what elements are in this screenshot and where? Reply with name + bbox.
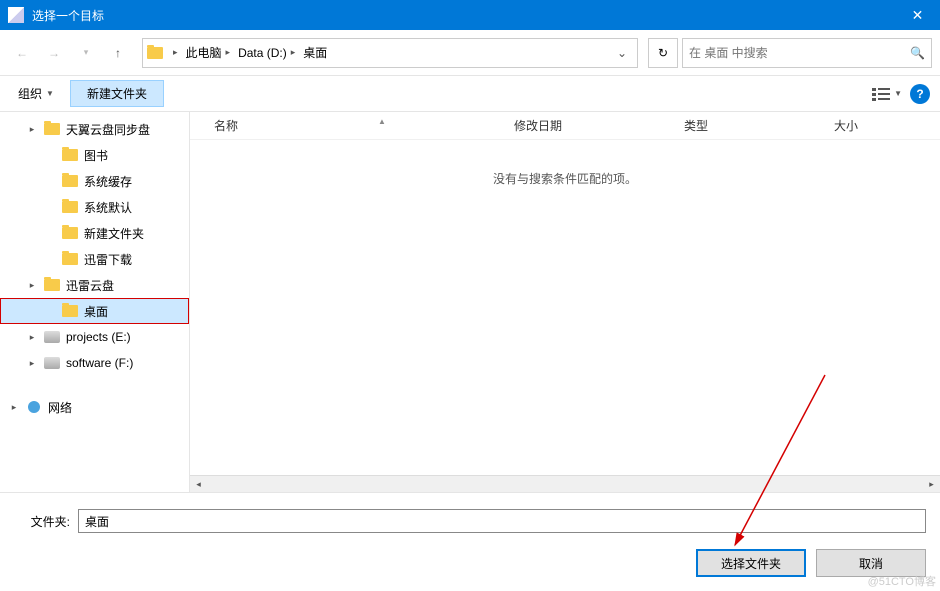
tree-item[interactable]: ▸图书 [0,142,189,168]
title-bar: 选择一个目标 ✕ [0,0,940,30]
scroll-left[interactable]: ◂ [190,476,207,493]
tree-label: 新建文件夹 [84,225,144,242]
tree-label: software (F:) [66,356,133,370]
col-name[interactable]: 名称▲ [214,117,514,134]
network-icon [26,399,42,415]
forward-button[interactable]: → [40,39,68,67]
close-button[interactable]: ✕ [895,0,940,30]
recent-dropdown[interactable]: ▾ [72,39,100,67]
address-bar[interactable]: ▸ 此电脑▸ Data (D:)▸ 桌面 ⌄ [142,38,638,68]
crumb-drive[interactable]: Data (D:)▸ [236,46,301,60]
sort-icon: ▲ [378,117,386,134]
expand-icon[interactable]: ▸ [26,332,38,343]
bottom-panel: 文件夹: 选择文件夹 取消 [0,492,940,587]
drive-icon [44,357,60,369]
file-list: 名称▲ 修改日期 类型 大小 没有与搜索条件匹配的项。 ◂ ▸ [190,112,940,492]
search-icon[interactable]: 🔍 [910,46,925,60]
tree-item[interactable]: ▸ projects (E:) [0,324,189,350]
folder-icon [62,253,78,265]
tree-label: 图书 [84,147,108,164]
scroll-right[interactable]: ▸ [923,476,940,493]
folder-icon [44,123,60,135]
drive-icon [44,331,60,343]
up-button[interactable]: ↑ [104,39,132,67]
tree-item[interactable]: ▸系统缓存 [0,168,189,194]
tree-item[interactable]: ▸ software (F:) [0,350,189,376]
organize-menu[interactable]: 组织▼ [10,81,62,106]
tree-label: 系统默认 [84,199,132,216]
tree-item[interactable]: ▸ 迅雷云盘 [0,272,189,298]
tree-item[interactable]: ▸系统默认 [0,194,189,220]
expand-icon[interactable]: ▸ [26,280,38,291]
tree-item[interactable]: ▸迅雷下载 [0,246,189,272]
help-button[interactable]: ? [910,84,930,104]
horizontal-scrollbar[interactable]: ◂ ▸ [190,475,940,492]
view-icon [872,87,890,101]
col-size[interactable]: 大小 [834,117,914,134]
app-icon [8,7,24,23]
back-button[interactable]: ← [8,39,36,67]
expand-icon[interactable]: ▸ [8,402,20,413]
address-dropdown[interactable]: ⌄ [611,46,633,60]
toolbar: 组织▼ 新建文件夹 ▼ ? [0,76,940,112]
tree-label: 网络 [48,399,72,416]
expand-icon[interactable]: ▸ [26,124,38,135]
folder-icon [44,279,60,291]
expand-icon[interactable]: ▸ [26,358,38,369]
tree-item[interactable]: ▸ 天翼云盘同步盘 [0,116,189,142]
new-folder-button[interactable]: 新建文件夹 [70,80,164,107]
folder-input[interactable] [78,509,926,533]
window-title: 选择一个目标 [32,7,895,24]
folder-label: 文件夹: [14,513,70,530]
crumb-pc[interactable]: 此电脑▸ [184,44,237,61]
nav-bar: ← → ▾ ↑ ▸ 此电脑▸ Data (D:)▸ 桌面 ⌄ ↻ 🔍 [0,30,940,76]
crumb-folder[interactable]: 桌面 [301,44,329,61]
watermark: @51CTO博客 [868,573,936,589]
main-area: ▸天翼云盘同步盘▸图书▸系统缓存▸系统默认▸新建文件夹▸迅雷下载▸迅雷云盘▸桌面… [0,112,940,492]
column-headers[interactable]: 名称▲ 修改日期 类型 大小 [190,112,940,140]
search-input[interactable] [689,46,910,60]
tree-label: 迅雷下载 [84,251,132,268]
col-date[interactable]: 修改日期 [514,117,684,134]
tree-item[interactable]: ▸新建文件夹 [0,220,189,246]
folder-icon [62,175,78,187]
folder-icon [147,47,163,59]
view-options[interactable]: ▼ [872,87,902,101]
refresh-button[interactable]: ↻ [648,38,678,68]
folder-icon [62,305,78,317]
nav-tree[interactable]: ▸天翼云盘同步盘▸图书▸系统缓存▸系统默认▸新建文件夹▸迅雷下载▸迅雷云盘▸桌面… [0,112,190,492]
folder-icon [62,227,78,239]
select-folder-button[interactable]: 选择文件夹 [696,549,806,577]
crumb-root[interactable]: ▸ [167,47,184,58]
tree-item[interactable]: ▸桌面 [0,298,189,324]
tree-label: 系统缓存 [84,173,132,190]
tree-label: projects (E:) [66,330,131,344]
tree-label: 迅雷云盘 [66,277,114,294]
tree-label: 天翼云盘同步盘 [66,121,150,138]
col-type[interactable]: 类型 [684,117,834,134]
search-box[interactable]: 🔍 [682,38,932,68]
folder-icon [62,149,78,161]
tree-label: 桌面 [84,303,108,320]
empty-message: 没有与搜索条件匹配的项。 [190,140,940,475]
tree-item[interactable]: ▸ 网络 [0,394,189,420]
folder-icon [62,201,78,213]
